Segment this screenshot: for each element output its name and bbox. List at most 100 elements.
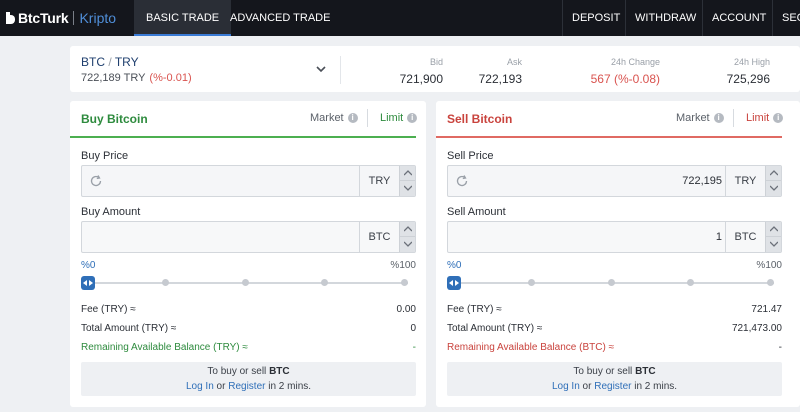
buy-slider-tick-50[interactable] (242, 279, 249, 286)
sell-slider-tick-75[interactable] (687, 279, 694, 286)
buy-amount-decrement[interactable] (399, 237, 415, 252)
sell-fee-value: 721.47 (751, 304, 782, 315)
buy-amount-increment[interactable] (399, 222, 415, 237)
info-icon[interactable]: i (407, 113, 418, 123)
caret-up-icon (404, 226, 412, 232)
nav-deposit[interactable]: DEPOSIT (562, 0, 629, 36)
sell-fee-label: Fee (TRY) ≈ (447, 304, 502, 315)
sell-amount-decrement[interactable] (765, 237, 781, 252)
buy-slider-handle[interactable] (81, 276, 95, 290)
sell-slider-handle[interactable] (447, 276, 461, 290)
prompt-suffix: in 2 mins. (265, 381, 312, 392)
caret-up-icon (770, 170, 778, 176)
sell-slider-min: %0 (447, 260, 462, 271)
bid-value: 721,900 (399, 72, 443, 86)
last-price-change: (%-0.01) (149, 72, 192, 84)
nav-security[interactable]: SEC (772, 0, 800, 36)
sell-balance-value: - (778, 342, 782, 353)
high24-label: 24h High (733, 57, 770, 67)
info-icon[interactable]: i (713, 113, 724, 123)
buy-limit-label: Limit (380, 112, 404, 124)
nav-withdraw[interactable]: WITHDRAW (625, 0, 705, 36)
chevron-down-icon[interactable] (314, 62, 328, 76)
sell-slider-tick-25[interactable] (528, 279, 535, 286)
login-link[interactable]: Log In (186, 381, 214, 392)
ask-value: 722,193 (478, 72, 522, 86)
sell-price-unit: TRY (725, 166, 765, 196)
buy-price-increment[interactable] (399, 166, 415, 181)
sell-slider-tick-100[interactable] (767, 279, 774, 286)
refresh-icon[interactable] (455, 174, 469, 188)
nav-account[interactable]: ACCOUNT (702, 0, 775, 36)
pair-last-price: 722,189 TRY (%-0.01) (81, 72, 192, 84)
buy-slider-tick-75[interactable] (321, 279, 328, 286)
refresh-icon[interactable] (89, 174, 103, 188)
sell-tab-limit[interactable]: Limit i (746, 112, 784, 124)
top-navbar: BtcTurk Kripto BASIC TRADE ADVANCED TRAD… (0, 0, 800, 36)
sell-price-field[interactable]: 722,195 TRY (447, 165, 782, 197)
prompt-or: or (579, 381, 595, 392)
login-link[interactable]: Log In (552, 381, 580, 392)
login-prompt-line1: To buy or sell BTC (447, 366, 782, 377)
caret-down-icon (404, 241, 412, 247)
sell-amount-label: Sell Amount (447, 206, 506, 218)
buy-market-label: Market (310, 112, 344, 124)
register-link[interactable]: Register (594, 381, 631, 392)
brand-divider (73, 11, 75, 25)
prompt-text: To buy or sell (573, 366, 636, 377)
sell-amount-input[interactable]: 1 (716, 231, 722, 243)
login-prompt: To buy or sell BTC Log In or Register in… (447, 362, 782, 396)
buy-slider-tick-100[interactable] (401, 279, 408, 286)
sell-amount-field[interactable]: 1 BTC (447, 221, 782, 253)
info-icon[interactable]: i (773, 113, 784, 123)
buy-price-decrement[interactable] (399, 181, 415, 196)
sell-amount-increment[interactable] (765, 222, 781, 237)
ticker-24h-change: 24h Change 567 (%-0.08) (591, 57, 660, 86)
sell-price-increment[interactable] (765, 166, 781, 181)
tab-advanced-trade[interactable]: ADVANCED TRADE (218, 0, 342, 36)
ask-label: Ask (506, 57, 522, 67)
buy-slider-min: %0 (81, 260, 96, 271)
pair-quote: TRY (114, 55, 139, 69)
brand-logo[interactable]: BtcTurk Kripto (6, 9, 116, 27)
login-prompt-line2: Log In or Register in 2 mins. (447, 381, 782, 392)
buy-price-field[interactable]: TRY (81, 165, 416, 197)
buy-amount-label: Buy Amount (81, 206, 141, 218)
buy-tab-market[interactable]: Market i (310, 112, 358, 124)
prompt-asset: BTC (635, 366, 656, 377)
sell-price-label: Sell Price (447, 150, 494, 162)
prompt-text: To buy or sell (207, 366, 270, 377)
sell-price-decrement[interactable] (765, 181, 781, 196)
prompt-asset: BTC (269, 366, 290, 377)
buy-slider-max: %100 (390, 260, 416, 271)
pair-selector[interactable]: BTC / TRY (81, 55, 139, 69)
sell-header-underline (436, 136, 782, 138)
buy-amount-field[interactable]: BTC (81, 221, 416, 253)
buy-tab-limit[interactable]: Limit i (380, 112, 418, 124)
buy-total-label: Total Amount (TRY) ≈ (81, 323, 177, 334)
buy-fee-value: 0.00 (396, 304, 416, 315)
buy-panel: Buy Bitcoin Market i Limit i Buy Price TRY… (70, 101, 426, 407)
ticker-divider (340, 56, 341, 84)
ticker-bid: Bid 721,900 (400, 57, 443, 86)
brand-product: Kripto (79, 10, 117, 26)
sell-market-label: Market (676, 112, 710, 124)
sell-slider-tick-50[interactable] (608, 279, 615, 286)
buy-balance-label: Remaining Available Balance (TRY) ≈ (81, 342, 248, 353)
order-type-divider (367, 109, 368, 127)
register-link[interactable]: Register (228, 381, 265, 392)
ticker-ask: Ask 722,193 (479, 57, 522, 86)
caret-up-icon (770, 226, 778, 232)
buy-amount-unit: BTC (359, 222, 399, 252)
order-type-divider (733, 109, 734, 127)
buy-slider-tick-25[interactable] (162, 279, 169, 286)
sell-panel: Sell Bitcoin Market i Limit i Sell Price 7… (436, 101, 800, 407)
tab-basic-trade[interactable]: BASIC TRADE (134, 0, 232, 36)
sell-tab-market[interactable]: Market i (676, 112, 724, 124)
high24-value: 725,296 (726, 72, 770, 86)
sell-total-value: 721,473.00 (731, 323, 782, 334)
btcturk-logo-icon (6, 12, 15, 24)
info-icon[interactable]: i (347, 113, 358, 123)
sell-price-input[interactable]: 722,195 (682, 175, 722, 187)
bid-label: Bid (429, 57, 443, 67)
